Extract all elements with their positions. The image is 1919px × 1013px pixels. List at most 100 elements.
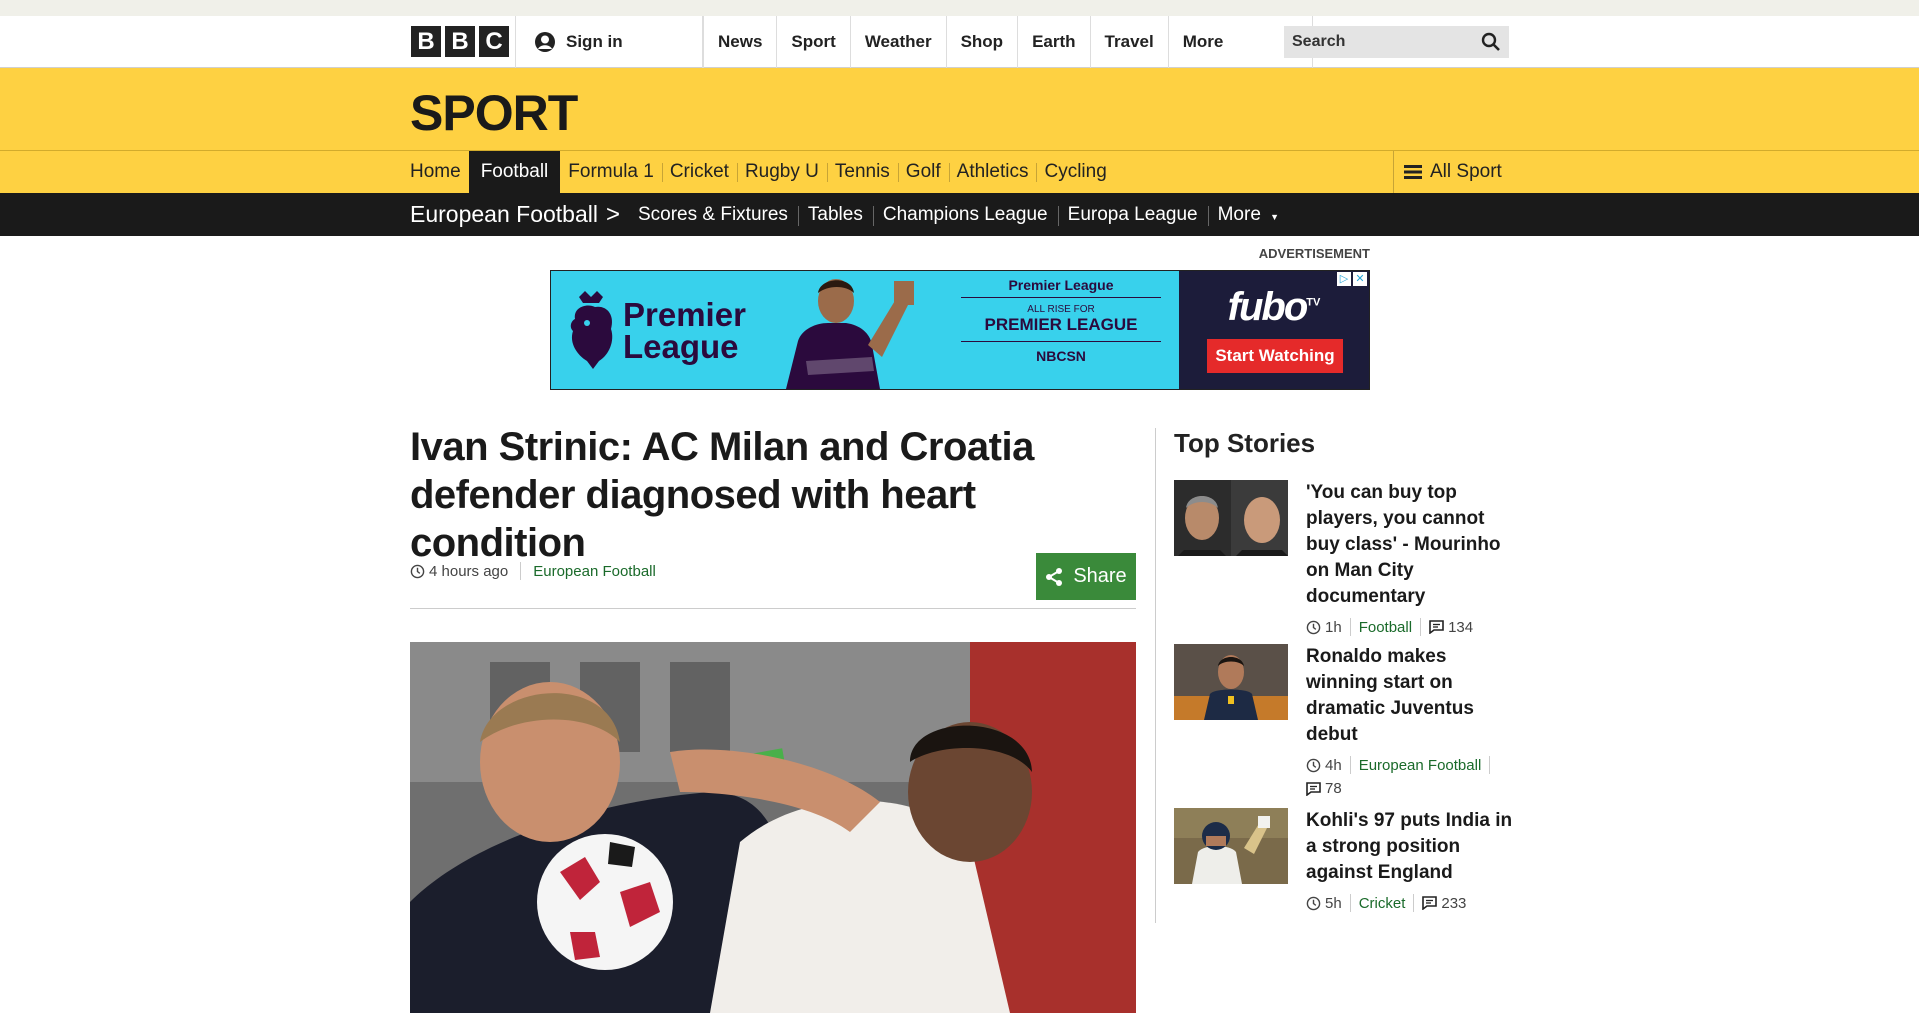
article-section-link[interactable]: European Football [533,563,656,580]
start-watching-button[interactable]: Start Watching [1207,339,1343,373]
story-section-link[interactable]: European Football [1359,757,1482,774]
adchoices-icon[interactable]: ▷ [1337,272,1351,286]
meta-divider [1489,756,1491,774]
story-section-link[interactable]: Football [1359,619,1412,636]
hamburger-icon [1404,165,1422,179]
ad-close-icon[interactable]: ✕ [1353,272,1367,286]
sport-nav: Home Football Formula 1 Cricket Rugby U … [0,150,1919,193]
nav-weather[interactable]: Weather [849,16,946,68]
mourinho-guardiola-photo [1174,480,1288,556]
subnav-section-title[interactable]: European Football [410,201,598,228]
sport-nav-tennis[interactable]: Tennis [826,151,898,193]
fubo-wordmark: fubo [1227,285,1309,329]
article-hero-image[interactable] [410,642,1136,1013]
story-time-label: 4h [1325,756,1342,774]
all-sport-button[interactable]: All Sport [1393,151,1509,193]
article-divider [410,608,1136,609]
story-thumbnail[interactable] [1174,480,1288,556]
story-thumbnail[interactable] [1174,808,1288,884]
sport-nav-cycling[interactable]: Cycling [1036,151,1114,193]
nav-earth[interactable]: Earth [1017,16,1089,68]
logo-letter-b1: B [411,26,441,57]
comment-icon [1306,781,1321,796]
story-meta: 5h Cricket 233 [1306,894,1516,912]
meta-divider [1349,894,1351,912]
fubo-tv-mark: TV [1306,296,1321,309]
story-comments-link[interactable]: 233 [1422,895,1466,912]
sport-nav-golf[interactable]: Golf [897,151,949,193]
story-time-label: 5h [1325,894,1342,912]
adchoices[interactable]: ▷ ✕ [1337,272,1367,286]
story-comment-count: 134 [1448,618,1474,636]
clock-icon [1306,758,1321,772]
sport-nav-cricket[interactable]: Cricket [661,151,737,193]
story-headline[interactable]: Kohli's 97 puts India in a strong positi… [1306,810,1512,883]
kohli-photo [1174,808,1288,884]
story-headline[interactable]: Ronaldo makes winning start on dramatic … [1306,646,1474,745]
share-button[interactable]: Share [1036,553,1136,600]
ad-fubo-panel[interactable]: ▷ ✕ fuboTV Start Watching [1179,271,1369,389]
story-time: 5h [1306,895,1342,912]
user-icon [535,32,555,52]
logo-letter-b2: B [445,26,475,57]
global-header: B B C Sign in News Sport Weather Shop Ea… [0,16,1919,68]
subnav-champions-league[interactable]: Champions League [872,204,1058,226]
ad-premier-league-panel[interactable]: Premier League Premier League ALL RISE F… [551,271,1179,389]
meta-divider [520,562,522,580]
sign-in-link[interactable]: Sign in [515,16,703,68]
search-box [1284,26,1509,58]
sport-nav-football[interactable]: Football [468,151,561,193]
sport-nav-athletics[interactable]: Athletics [948,151,1037,193]
subnav-europa-league[interactable]: Europa League [1057,204,1208,226]
story-thumbnail[interactable] [1174,644,1288,720]
search-input[interactable] [1292,33,1462,51]
search-icon[interactable] [1481,32,1501,52]
share-icon [1046,567,1063,586]
nav-travel[interactable]: Travel [1089,16,1168,68]
advertisement-banner[interactable]: Premier League Premier League ALL RISE F… [550,270,1370,390]
sport-nav-home[interactable]: Home [410,151,469,193]
subnav-tables[interactable]: Tables [797,204,873,226]
story-time: 1h [1306,619,1342,636]
sport-title[interactable]: SPORT [410,84,578,142]
meta-divider [1349,756,1351,774]
story-comments-link[interactable]: 78 [1306,780,1342,797]
sidebar-divider [1155,428,1156,923]
top-strip [0,0,1919,16]
story-section-link[interactable]: Cricket [1359,895,1406,912]
article-headline: Ivan Strinic: AC Milan and Croatia defen… [410,425,1034,565]
subnav-scores-fixtures[interactable]: Scores & Fixtures [628,204,798,226]
article-timestamp: 4 hours ago [429,562,509,580]
subnav-more-label: More [1217,203,1261,225]
nav-sport[interactable]: Sport [776,16,849,68]
story-meta: 1h Football 134 [1306,618,1516,636]
ad-mid-brand: Premier League [961,277,1161,298]
story-comment-count: 78 [1325,780,1342,797]
section-subnav: European Football > Scores & Fixtures Ta… [0,193,1919,236]
ad-player-image [786,279,914,389]
nav-shop[interactable]: Shop [945,16,1018,68]
sign-in-label: Sign in [566,32,623,51]
sport-nav-formula-1[interactable]: Formula 1 [560,151,662,193]
nav-news[interactable]: News [703,16,776,68]
story-comment-count: 233 [1441,894,1467,912]
fubo-logo: fuboTV [1179,285,1369,330]
ad-tagline-block: Premier League ALL RISE FOR PREMIER LEAG… [961,277,1161,364]
global-nav: News Sport Weather Shop Earth Travel Mor… [703,16,1313,68]
comment-icon [1429,620,1444,634]
meta-divider [1413,894,1415,912]
ad-mid-network: NBCSN [1036,348,1086,364]
advertisement-label: ADVERTISEMENT [1258,246,1370,261]
meta-divider [1420,618,1422,636]
subnav-more-dropdown[interactable]: More ▼ [1207,203,1290,226]
story-headline[interactable]: 'You can buy top players, you cannot buy… [1306,482,1501,607]
sport-nav-rugby-union[interactable]: Rugby U [736,151,827,193]
story-comments-link[interactable]: 134 [1429,619,1473,636]
football-match-photo [410,642,1136,1013]
logo-letter-c: C [479,26,509,57]
story-time: 4h [1306,757,1342,774]
ronaldo-photo [1174,644,1288,720]
sport-masthead: SPORT [0,68,1919,150]
clock-icon [1306,896,1321,910]
bbc-logo[interactable]: B B C [411,26,509,57]
